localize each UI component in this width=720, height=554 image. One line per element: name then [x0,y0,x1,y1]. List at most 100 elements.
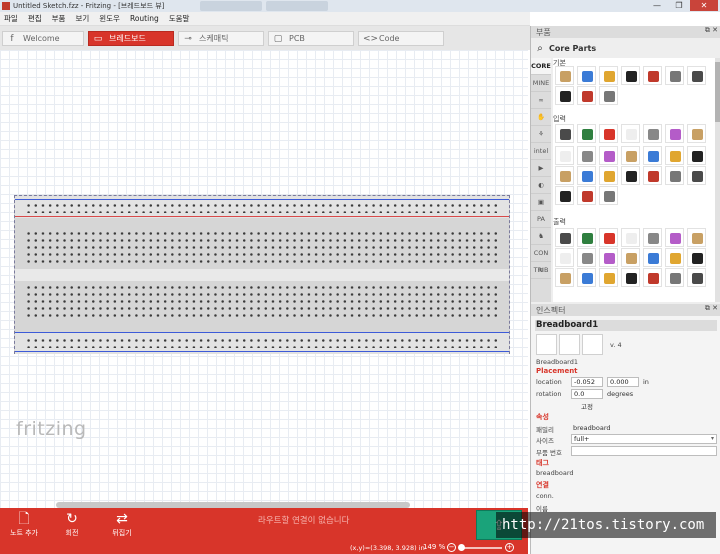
lower-terminal-strip[interactable] [25,284,499,320]
part-icon[interactable] [599,186,618,205]
part-icon[interactable] [687,228,706,247]
part-icon[interactable] [555,248,574,267]
part-icon[interactable] [577,66,596,85]
part-icon[interactable] [621,228,640,247]
background-tab[interactable] [266,1,328,11]
size-select[interactable]: full+ ▾ [571,434,717,444]
breadboard-canvas[interactable]: fritzing [0,50,528,508]
bin-tab[interactable]: MINE [531,75,551,92]
menu-view[interactable]: 보기 [75,13,89,24]
part-icon[interactable] [577,124,596,143]
part-icon[interactable] [687,268,706,287]
bin-tab[interactable]: ∞ [531,92,551,109]
tab-schematic[interactable]: ⊸ 스케매틱 [178,31,264,46]
tab-pcb[interactable]: ▢ PCB [268,31,354,46]
part-icon[interactable] [555,124,574,143]
part-icon[interactable] [577,146,596,165]
part-icon[interactable] [599,248,618,267]
part-icon[interactable] [599,124,618,143]
breadboard-part[interactable] [14,195,510,354]
maximize-button[interactable]: ❐ [668,0,690,11]
part-icon[interactable] [599,66,618,85]
tab-code[interactable]: <> Code [358,31,444,46]
part-icon[interactable] [665,248,684,267]
part-icon[interactable] [555,146,574,165]
bin-tab[interactable]: ✋ [531,109,551,126]
part-icon[interactable] [577,228,596,247]
tab-welcome[interactable]: f Welcome [2,31,84,46]
part-icon[interactable] [643,124,662,143]
menu-file[interactable]: 파일 [4,13,18,24]
bin-tab[interactable]: ▶ [531,160,551,177]
part-icon[interactable] [687,124,706,143]
bin-tab[interactable]: intel [531,143,551,160]
part-icon[interactable] [555,186,574,205]
part-icon[interactable] [599,268,618,287]
menu-edit[interactable]: 편집 [28,13,42,24]
part-icon[interactable] [665,124,684,143]
location-x-input[interactable]: -0.052 [571,377,603,387]
part-icon[interactable] [621,124,640,143]
part-icon[interactable] [643,228,662,247]
part-icon[interactable] [599,228,618,247]
bin-tab[interactable]: CORE [531,58,551,75]
scrollbar-thumb[interactable] [715,62,720,122]
add-note-button[interactable]: 🗋 노트 추가 [2,510,46,538]
rotate-button[interactable]: ↻ 회전 [50,510,94,538]
close-button[interactable]: ✕ [690,0,718,11]
bin-tab[interactable]: PA [531,211,551,228]
bin-tab[interactable]: ⚘ [531,126,551,143]
part-icon[interactable] [643,66,662,85]
bin-tab[interactable]: ◐ [531,177,551,194]
part-icon[interactable] [687,166,706,185]
part-icon[interactable] [555,268,574,287]
menu-routing[interactable]: Routing [130,14,159,23]
menu-part[interactable]: 부품 [52,13,66,24]
menu-help[interactable]: 도움말 [169,13,190,24]
part-icon[interactable] [621,146,640,165]
dock-buttons[interactable]: ⧉ ✕ [705,26,718,35]
part-number-input[interactable] [571,446,717,456]
part-icon[interactable] [621,268,640,287]
part-icon[interactable] [599,86,618,105]
dock-buttons[interactable]: ⧉ ✕ [705,304,718,313]
part-icon[interactable] [555,66,574,85]
part-icon[interactable] [555,228,574,247]
part-icon[interactable] [687,248,706,267]
zoom-in-icon[interactable]: + [505,543,514,552]
part-icon[interactable] [577,166,596,185]
search-icon[interactable]: ⌕ [531,43,549,54]
bin-tab[interactable]: ♞ [531,228,551,245]
part-icon[interactable] [555,166,574,185]
part-icon[interactable] [577,86,596,105]
part-icon[interactable] [577,248,596,267]
part-icon[interactable] [665,66,684,85]
parts-scrollbar[interactable] [715,58,720,302]
part-icon[interactable] [643,248,662,267]
part-icon[interactable] [643,146,662,165]
tab-breadboard[interactable]: ▭ 브레드보드 [88,31,174,46]
part-icon[interactable] [665,228,684,247]
zoom-slider-handle[interactable] [458,544,465,551]
minimize-button[interactable]: — [646,0,668,11]
part-icon[interactable] [599,166,618,185]
part-icon[interactable] [555,86,574,105]
upper-terminal-strip[interactable] [25,230,499,266]
menu-window[interactable]: 윈도우 [99,13,120,24]
part-icon[interactable] [687,146,706,165]
flip-button[interactable]: ⇄ 뒤집기 [100,510,144,538]
lock-checkbox[interactable]: 고정 [581,401,593,411]
location-y-input[interactable]: 0.000 [607,377,639,387]
top-rail-holes[interactable] [25,202,499,213]
bin-tab[interactable]: ▣ [531,194,551,211]
bottom-rail-holes[interactable] [25,337,499,348]
part-icon[interactable] [665,166,684,185]
part-icon[interactable] [665,146,684,165]
part-icon[interactable] [621,166,640,185]
zoom-out-icon[interactable]: − [447,543,456,552]
zoom-slider[interactable] [462,547,502,549]
part-icon[interactable] [621,66,640,85]
bin-tab[interactable]: CON TRIB [531,245,551,274]
part-icon[interactable] [665,268,684,287]
part-icon[interactable] [621,248,640,267]
